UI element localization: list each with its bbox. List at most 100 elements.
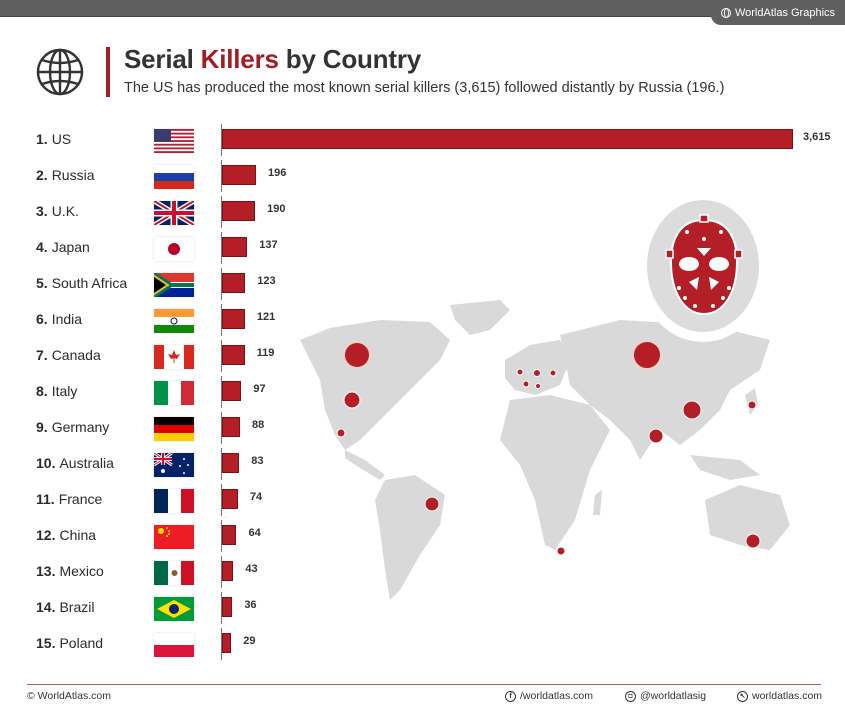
- country-label: 14. Brazil: [36, 597, 94, 617]
- india-flag: [154, 309, 194, 333]
- country-label: 2. Russia: [36, 165, 94, 185]
- globe-icon: [720, 7, 731, 18]
- facebook-link[interactable]: /worldatlas.com: [520, 690, 593, 702]
- country-label: 5. South Africa: [36, 273, 127, 293]
- footer-divider: [27, 684, 821, 685]
- country-name: Canada: [51, 347, 101, 363]
- chart-row: 2. Russia 196: [0, 160, 845, 201]
- country-name: U.K.: [51, 203, 79, 219]
- value-label: 3,615: [803, 131, 831, 143]
- country-label: 11. France: [36, 489, 102, 509]
- instagram-icon: ◘: [625, 690, 636, 702]
- rank-number: 13.: [36, 563, 56, 579]
- country-name: US: [51, 131, 72, 147]
- page-title: Serial Killers by Country: [124, 44, 421, 75]
- country-label: 12. China: [36, 525, 96, 545]
- value-label: 43: [245, 563, 258, 575]
- country-name: South Africa: [51, 275, 128, 291]
- title-accent-word: Killers: [200, 44, 279, 74]
- value-label: 190: [267, 203, 286, 215]
- value-label: 88: [252, 419, 265, 431]
- chart-row: 1. US 3,615: [0, 124, 845, 165]
- instagram-link[interactable]: @worldatlasig: [640, 690, 706, 702]
- country-name: China: [59, 527, 97, 543]
- us-flag: [154, 129, 194, 153]
- chart-row: 10. Australia 83: [0, 448, 845, 489]
- bar: [222, 381, 242, 401]
- value-label: 74: [249, 491, 263, 503]
- bar: [222, 597, 233, 617]
- value-label: 36: [244, 599, 257, 611]
- germany-flag: [154, 417, 194, 441]
- country-name: India: [51, 311, 83, 327]
- rank-number: 1.: [36, 131, 48, 147]
- russia-flag: [154, 165, 194, 189]
- value-label: 29: [243, 635, 256, 647]
- bar: [222, 561, 234, 581]
- country-name: France: [58, 491, 103, 507]
- title-accent-bar: [106, 47, 110, 97]
- footer-instagram[interactable]: ◘ @worldatlasig: [625, 690, 706, 702]
- rank-number: 12.: [36, 527, 56, 543]
- country-label: 4. Japan: [36, 237, 90, 257]
- country-label: 1. US: [36, 129, 71, 149]
- country-name: Australia: [59, 455, 114, 471]
- bar: [222, 129, 793, 149]
- italy-flag: [154, 381, 194, 405]
- country-name: Poland: [59, 635, 104, 651]
- brazil-flag: [154, 597, 194, 621]
- country-label: 3. U.K.: [36, 201, 79, 221]
- chart-row: 4. Japan 137: [0, 232, 845, 273]
- south-africa-flag: [154, 273, 194, 297]
- chart-row: 7. Canada 119: [0, 340, 845, 381]
- uk-flag: [154, 201, 194, 225]
- value-label: 137: [259, 239, 278, 251]
- country-label: 9. Germany: [36, 417, 109, 437]
- canada-flag: [154, 345, 194, 369]
- bar: [222, 633, 232, 653]
- chart-row: 5. South Africa 123: [0, 268, 845, 309]
- country-name: Brazil: [59, 599, 95, 615]
- value-label: 119: [256, 347, 275, 359]
- rank-number: 3.: [36, 203, 48, 219]
- value-label: 83: [251, 455, 264, 467]
- country-name: Mexico: [59, 563, 104, 579]
- value-label: 196: [268, 167, 287, 179]
- website-link[interactable]: worldatlas.com: [752, 690, 822, 702]
- rank-number: 2.: [36, 167, 48, 183]
- australia-flag: [154, 453, 194, 477]
- bar: [222, 453, 240, 473]
- title-part: by Country: [278, 44, 421, 74]
- rank-number: 14.: [36, 599, 56, 615]
- bar: [222, 201, 256, 221]
- chart-row: 12. China 64: [0, 520, 845, 561]
- bar: [222, 165, 256, 185]
- chart-row: 14. Brazil 36: [0, 592, 845, 633]
- value-label: 121: [256, 311, 276, 323]
- chart-row: 13. Mexico 43: [0, 556, 845, 597]
- chart-row: 6. India 121: [0, 304, 845, 345]
- chart-row: 8. Italy 97: [0, 376, 845, 417]
- country-name: Japan: [51, 239, 90, 255]
- poland-flag: [154, 633, 194, 657]
- footer-website[interactable]: ↖ worldatlas.com: [737, 690, 822, 702]
- country-name: Russia: [51, 167, 95, 183]
- rank-number: 4.: [36, 239, 48, 255]
- bar: [222, 273, 246, 293]
- bar: [222, 309, 245, 329]
- country-label: 7. Canada: [36, 345, 101, 365]
- country-label: 6. India: [36, 309, 82, 329]
- footer-facebook[interactable]: f/worldatlas.com: [505, 690, 593, 702]
- globe-icon: [36, 48, 84, 96]
- rank-number: 6.: [36, 311, 48, 327]
- rank-number: 7.: [36, 347, 48, 363]
- country-label: 10. Australia: [36, 453, 114, 473]
- rank-number: 9.: [36, 419, 48, 435]
- bar: [222, 345, 245, 365]
- brand-badge: WorldAtlas Graphics: [711, 0, 845, 25]
- bar: [222, 489, 238, 509]
- value-label: 123: [257, 275, 276, 287]
- country-name: Germany: [51, 419, 110, 435]
- copyright-text: © WorldAtlas.com: [27, 690, 111, 702]
- rank-number: 15.: [36, 635, 56, 651]
